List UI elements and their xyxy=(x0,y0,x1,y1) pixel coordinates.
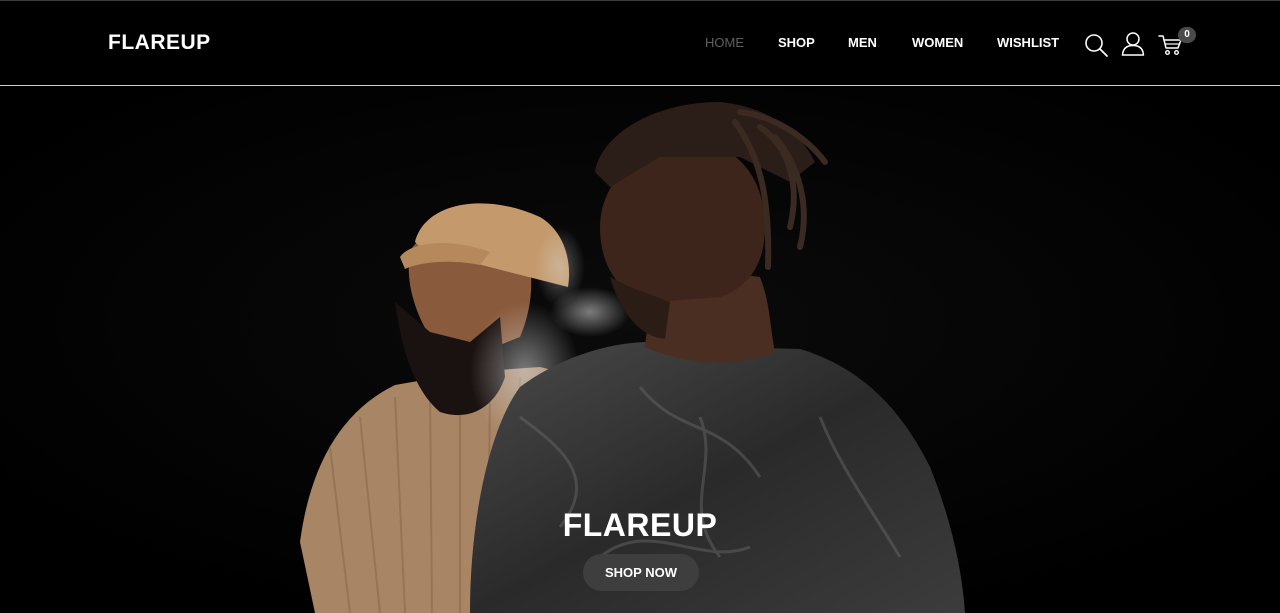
nav-shop[interactable]: SHOP xyxy=(778,35,815,51)
hero-banner: FLAREUP SHOP NOW xyxy=(0,87,1280,613)
nav-women[interactable]: WOMEN xyxy=(912,35,963,51)
nav-home[interactable]: HOME xyxy=(705,35,744,51)
cart-count-badge: 0 xyxy=(1178,27,1196,43)
nav-wishlist[interactable]: WISHLIST xyxy=(997,35,1059,51)
search-icon[interactable] xyxy=(1083,32,1109,58)
nav-men[interactable]: MEN xyxy=(848,35,877,51)
user-icon[interactable] xyxy=(1121,31,1145,57)
shop-now-button[interactable]: SHOP NOW xyxy=(583,554,699,591)
brand-logo[interactable]: FLAREUP xyxy=(108,31,211,55)
hero-title: FLAREUP xyxy=(562,507,718,543)
site-header: FLAREUP HOME SHOP MEN WOMEN WISHLIST 0 xyxy=(0,0,1280,86)
